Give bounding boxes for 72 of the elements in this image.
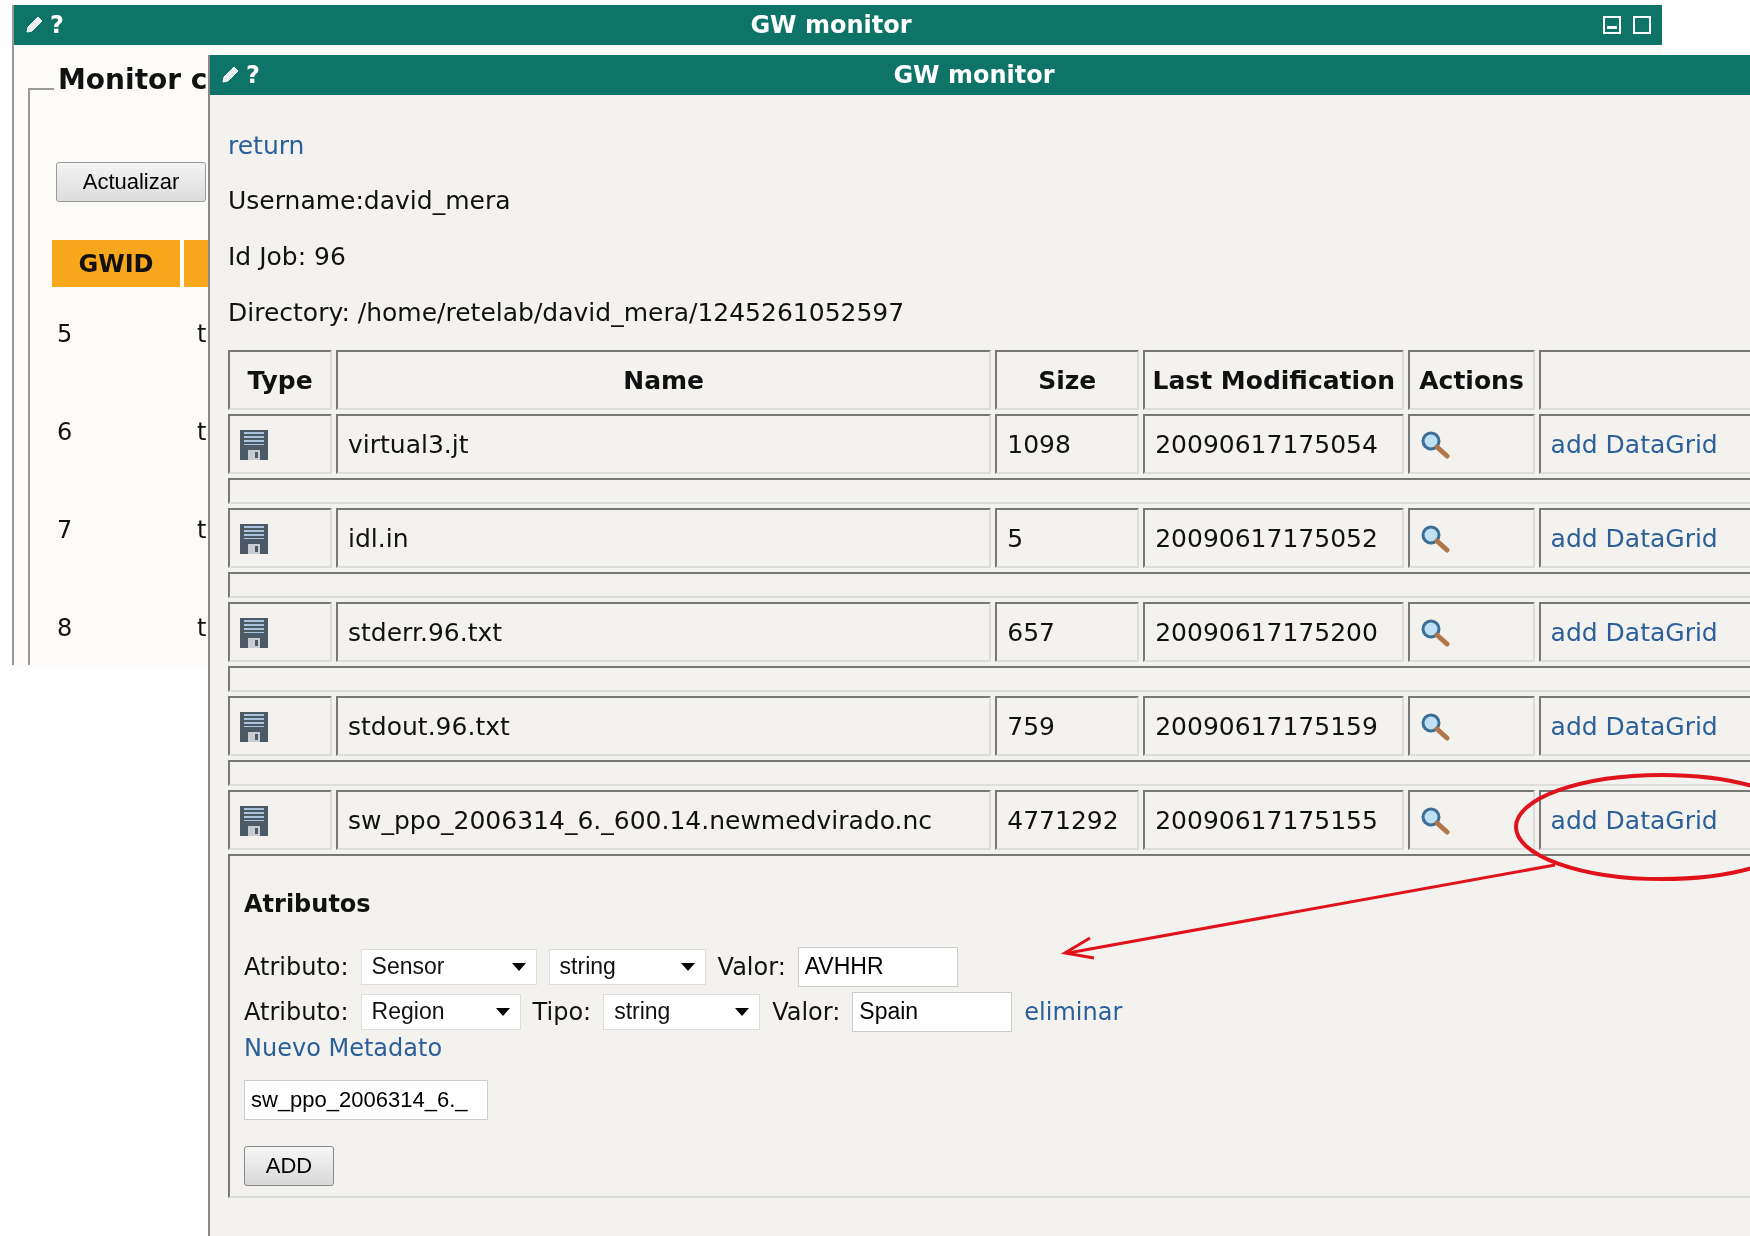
table-cell: t [197,320,207,348]
column-header: Type [228,350,333,410]
table-cell: 20090617175200 [1143,602,1405,662]
add-datagrid-link[interactable]: add DataGrid [1550,523,1718,553]
table-cell: 5 [995,508,1140,568]
search-icon[interactable] [1420,711,1451,742]
maximize-icon[interactable] [1632,15,1652,35]
search-icon[interactable] [1420,523,1451,554]
search-icon[interactable] [1420,617,1451,648]
column-header: Size [995,350,1140,410]
table-cell: 20090617175054 [1143,414,1405,474]
info-text: Directory: /home/retelab/david_mera/1245261052597 [228,298,906,329]
file-name-field[interactable]: sw_ppo_2006314_6._ [244,1080,488,1120]
value-field[interactable]: AVHHR [797,946,958,987]
table-cell: idl.in [336,508,992,568]
table-cell: sw_ppo_2006314_6._600.14.newmedvirado.nc [336,790,992,850]
info-text: Username:david_mera [228,186,512,217]
add-datagrid-link[interactable]: add DataGrid [1550,617,1718,647]
table-cell: 759 [995,696,1140,756]
refresh-button[interactable]: Actualizar [56,162,206,202]
field-label: Atributo: [244,952,349,981]
table-cell-text: 8 [57,614,74,642]
section-title: Atributos [244,890,372,918]
search-icon[interactable] [1420,429,1451,460]
table-cell: virtual3.jt [336,414,992,474]
table-cell: t [197,614,207,642]
window-title: GW monitor [749,11,913,39]
field-label: Valor: [717,952,786,981]
value-field[interactable]: Spain [852,991,1013,1032]
type-select[interactable]: string [603,993,761,1030]
add-datagrid-link[interactable]: add DataGrid [1550,805,1718,835]
return-link[interactable]: return [228,131,1750,186]
table-cell: 657 [995,602,1140,662]
info-text: Id Job: 96 [228,242,347,273]
pencil-icon[interactable] [220,65,240,85]
caret-icon [511,962,526,971]
table-cell-text: 5 [57,320,74,348]
remove-link[interactable]: eliminar [1024,997,1123,1026]
window-title: GW monitor [892,61,1056,89]
table-cell: stderr.96.txt [336,602,992,662]
column-header: Actions [1408,350,1535,410]
table-cell: 4771292 [995,790,1140,850]
add-button[interactable]: ADD [244,1146,334,1186]
caret-icon [495,1007,510,1016]
add-datagrid-link[interactable]: add DataGrid [1550,711,1718,741]
help-icon[interactable]: ? [50,11,64,39]
field-label: Valor: [772,997,841,1026]
table-cell: 1098 [995,414,1140,474]
table-cell: t [197,418,207,446]
field-label: Atributo: [244,997,349,1026]
table-cell: 20090617175052 [1143,508,1405,568]
attribute-select[interactable]: Region [360,993,521,1030]
search-icon[interactable] [1420,805,1451,836]
column-header: GWID [52,240,180,287]
table-cell: 20090617175155 [1143,790,1405,850]
help-icon[interactable]: ? [246,61,260,89]
table-cell: stdout.96.txt [336,696,992,756]
column-header: Name [336,350,992,410]
table-cell-text: 7 [57,516,74,544]
new-metadata-link[interactable]: Nuevo Metadato [244,1034,1746,1062]
add-datagrid-link[interactable]: add DataGrid [1550,429,1718,459]
caret-icon [735,1007,750,1016]
minimize-icon[interactable] [1602,15,1622,35]
field-label: Tipo: [532,997,592,1026]
type-select[interactable]: string [548,948,706,985]
table-cell-text: 6 [57,418,74,446]
column-header: Last Modification [1143,350,1405,410]
table-cell: 20090617175159 [1143,696,1405,756]
table-cell: t [197,516,207,544]
attribute-select[interactable]: Sensor [360,948,537,985]
caret-icon [680,962,695,971]
pencil-icon[interactable] [24,15,44,35]
